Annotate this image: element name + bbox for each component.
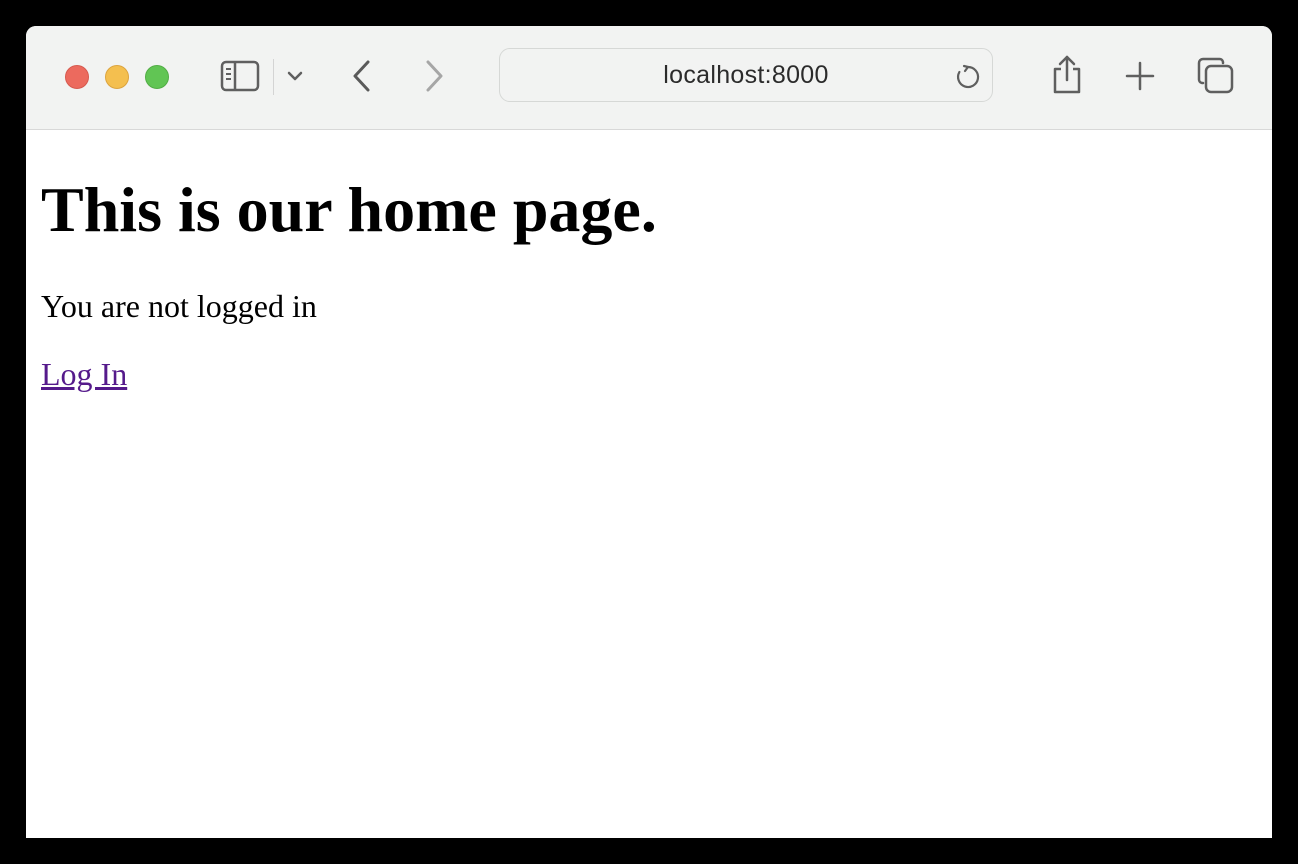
page-content: This is our home page. You are not logge… bbox=[26, 130, 1272, 838]
minimize-window-button[interactable] bbox=[105, 65, 129, 89]
zoom-window-button[interactable] bbox=[145, 65, 169, 89]
reload-icon[interactable] bbox=[955, 64, 981, 90]
login-link[interactable]: Log In bbox=[41, 358, 127, 390]
share-icon[interactable] bbox=[1050, 54, 1084, 96]
close-window-button[interactable] bbox=[65, 65, 89, 89]
browser-window: localhost:8000 This is our home page. Yo… bbox=[26, 26, 1272, 838]
page-heading: This is our home page. bbox=[41, 174, 657, 245]
forward-icon[interactable] bbox=[420, 58, 448, 94]
login-status-text: You are not logged in bbox=[41, 288, 317, 324]
tab-overview-icon[interactable] bbox=[1196, 56, 1236, 96]
browser-toolbar: localhost:8000 bbox=[26, 26, 1272, 130]
new-tab-icon[interactable] bbox=[1124, 60, 1156, 92]
chevron-down-icon[interactable] bbox=[286, 69, 304, 83]
address-bar[interactable]: localhost:8000 bbox=[499, 48, 993, 102]
toolbar-divider bbox=[273, 59, 274, 95]
back-icon[interactable] bbox=[348, 58, 376, 94]
sidebar-icon[interactable] bbox=[220, 60, 262, 94]
url-text[interactable]: localhost:8000 bbox=[500, 49, 992, 101]
